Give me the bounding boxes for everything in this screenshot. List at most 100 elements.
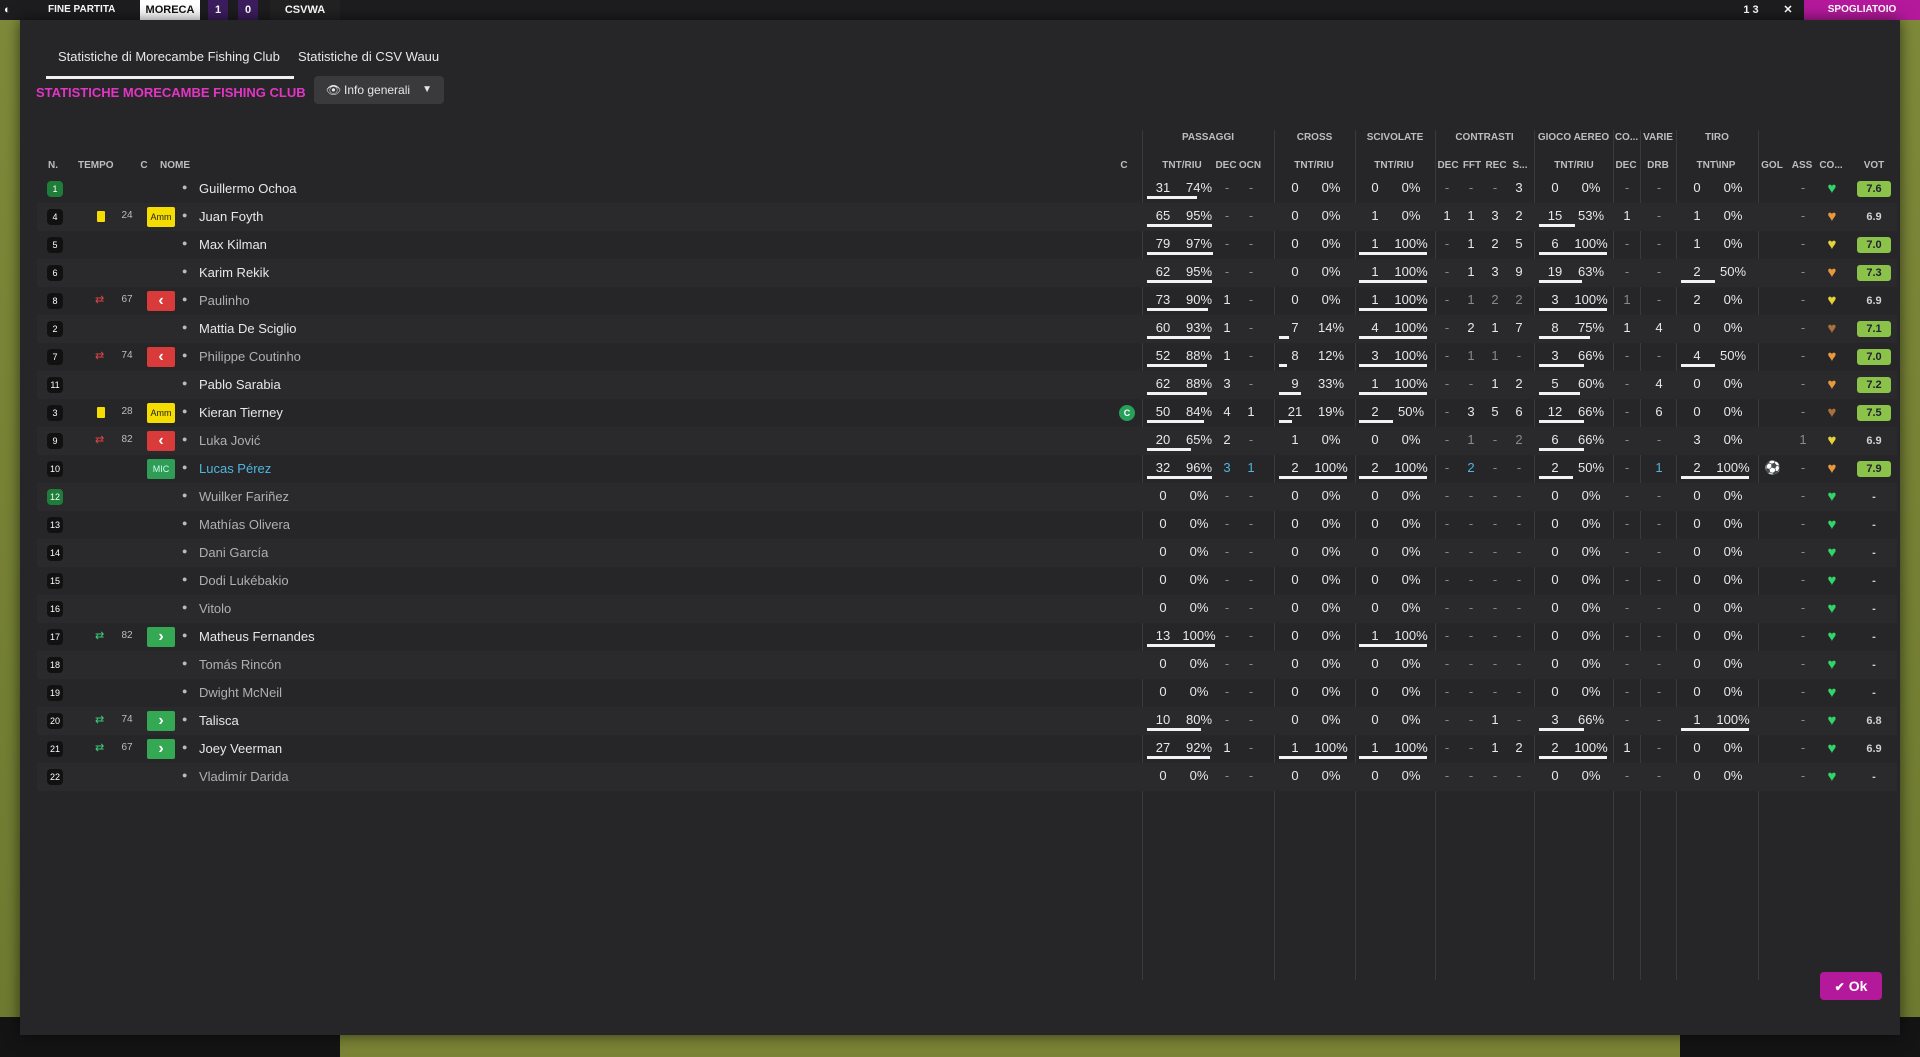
player-name[interactable]: Matheus Fernandes xyxy=(199,629,315,644)
column-header-pass-dec[interactable]: DEC xyxy=(1214,160,1238,171)
column-header-tempo[interactable]: TEMPO xyxy=(78,160,118,171)
column-header-cross-tnt[interactable]: TNT/RIU xyxy=(1276,160,1352,171)
dressing-room-button[interactable]: SPOGLIATOIO xyxy=(1804,0,1920,20)
aerial-attempts: 0 xyxy=(1551,600,1559,615)
player-name[interactable]: Luka Jović xyxy=(199,433,260,448)
player-name[interactable]: Paulinho xyxy=(199,293,250,308)
passes-success-bar xyxy=(1147,252,1213,255)
table-row[interactable]: 16 ● Vitolo 0 0% - -0 0% 0 0% - - - -0 0% - -0 0% - ♥ - xyxy=(37,595,1897,623)
table-row[interactable]: 10 MIC ● Lucas Pérez 32 96% 3 1 2 100% 2 100% -2- -2 5… xyxy=(37,455,1897,483)
aerial-attempts: 0 xyxy=(1551,656,1559,671)
player-name[interactable]: Dani García xyxy=(199,545,268,560)
column-header-co-dec[interactable]: DEC xyxy=(1614,160,1638,171)
player-name[interactable]: Karim Rekik xyxy=(199,265,269,280)
column-header-con-dec[interactable]: DEC xyxy=(1436,160,1460,171)
column-header-sciv-tnt[interactable]: TNT/RIU xyxy=(1356,160,1432,171)
column-header-gol[interactable]: GOL xyxy=(1760,160,1784,171)
recoveries: 2 xyxy=(1491,292,1499,307)
player-name[interactable]: Lucas Pérez xyxy=(199,461,271,476)
table-row[interactable]: 19 ● Dwight McNeil 0 0% - -0 0% 0 0% - - - -0 0% - -0 0% -… xyxy=(37,679,1897,707)
column-header-con-rec[interactable]: REC xyxy=(1484,160,1508,171)
table-row[interactable]: 14 ● Dani García 0 0% - -0 0% 0 0% - - - -0 0% - -0 0% - ♥ - xyxy=(37,539,1897,567)
aerial-success: 50% xyxy=(1577,460,1605,475)
passes-attempts: 0 xyxy=(1159,600,1167,615)
table-row[interactable]: 11 ● Pablo Sarabia 62 88% 3-9 33% 1 100% - -1 2 5 60%… xyxy=(37,371,1897,399)
dribbles: 4 xyxy=(1655,320,1663,335)
interceptions: 2 xyxy=(1515,432,1523,447)
passes-key: - xyxy=(1224,516,1230,531)
ok-button[interactable]: ✔ Ok xyxy=(1820,972,1882,1000)
table-row[interactable]: 7 ⇄ 74 ‹ ● Philippe Coutinho 52 88% 1-8 12% 3 100% -… xyxy=(37,343,1897,371)
player-name[interactable]: Mattia De Sciglio xyxy=(199,321,297,336)
shirt-number: 6 xyxy=(47,265,63,281)
crosses-success: 33% xyxy=(1317,376,1345,391)
column-header-tiro-tnt[interactable]: TNT\INP xyxy=(1678,160,1754,171)
player-name[interactable]: Pablo Sarabia xyxy=(199,377,281,392)
table-row[interactable]: 4 24 Amm ● Juan Foyth 65 95% - -0 0% 1 0% 1 1 3 2 15 53% 1… xyxy=(37,203,1897,231)
table-row[interactable]: 17 ⇄ 82 › ● Matheus Fernandes 13 100% - -0 0% 1 100%… xyxy=(37,623,1897,651)
tab-away-stats[interactable]: Statistiche di CSV Wauu xyxy=(298,42,439,76)
dribbles: - xyxy=(1656,684,1662,699)
group-header-tiro: TIRO xyxy=(1705,132,1729,143)
close-icon[interactable]: ✕ xyxy=(1776,0,1800,20)
recoveries: - xyxy=(1492,432,1498,447)
player-name[interactable]: Juan Foyth xyxy=(199,209,263,224)
table-row[interactable]: 22 ● Vladimír Darida 0 0% - -0 0% 0 0% - - - -0 0% - -0 0… xyxy=(37,763,1897,791)
table-row[interactable]: 6 ● Karim Rekik 62 95% - -0 0% 1 100% -1 3 9 19 63% - -2… xyxy=(37,259,1897,287)
column-header-nome[interactable]: NOME xyxy=(160,160,220,171)
table-row[interactable]: 15 ● Dodi Lukébakio 0 0% - -0 0% 0 0% - - - -0 0% - -0 0%… xyxy=(37,567,1897,595)
match-rating: 7.0 xyxy=(1857,237,1891,253)
player-name[interactable]: Mathías Olivera xyxy=(199,517,290,532)
column-header-aer-tnt[interactable]: TNT/RIU xyxy=(1536,160,1612,171)
group-header-varie: VARIE xyxy=(1643,132,1673,143)
column-header-pass-tnt[interactable]: TNT/RIU xyxy=(1144,160,1220,171)
tab-home-stats[interactable]: Statistiche di Morecambe Fishing Club xyxy=(46,42,294,79)
player-name[interactable]: Tomás Rincón xyxy=(199,657,281,672)
column-header-c2[interactable]: C xyxy=(1116,160,1132,171)
column-header-var-drb[interactable]: DRB xyxy=(1644,160,1672,171)
player-name[interactable]: Dwight McNeil xyxy=(199,685,282,700)
table-row[interactable]: 20 ⇄ 74 › ● Talisca 10 80% - -0 0% 0 0% - -1-3 66% - -1 10… xyxy=(37,707,1897,735)
player-name[interactable]: Dodi Lukébakio xyxy=(199,573,289,588)
shots-attempts: 0 xyxy=(1693,180,1701,195)
shots-attempts: 0 xyxy=(1693,404,1701,419)
table-row[interactable]: 12 ● Wuilker Fariñez 0 0% - -0 0% 0 0% - - - -0 0% - -0 0… xyxy=(37,483,1897,511)
fouls: - xyxy=(1468,376,1474,391)
duels-won: - xyxy=(1444,712,1450,727)
table-row[interactable]: 8 ⇄ 67 ‹ ● Paulinho 73 90% 1-0 0% 1 100% -1 2 2 3 100% 1-… xyxy=(37,287,1897,315)
table-row[interactable]: 1 ● Guillermo Ochoa 31 74% - -0 0% 0 0% - - -3 0 0% - -0… xyxy=(37,175,1897,203)
player-name[interactable]: Philippe Coutinho xyxy=(199,349,301,364)
player-name[interactable]: Joey Veerman xyxy=(199,741,282,756)
column-header-cond[interactable]: CO... xyxy=(1818,160,1844,171)
column-header-c[interactable]: C xyxy=(136,160,152,171)
player-name[interactable]: Vladimír Darida xyxy=(199,769,289,784)
column-header-ass[interactable]: ASS xyxy=(1790,160,1814,171)
player-name[interactable]: Vitolo xyxy=(199,601,231,616)
player-name[interactable]: Max Kilman xyxy=(199,237,267,252)
player-name[interactable]: Wuilker Fariñez xyxy=(199,489,289,504)
column-header-con-fft[interactable]: FFT xyxy=(1460,160,1484,171)
shirt-number: 7 xyxy=(47,349,63,365)
aerial-success: 0% xyxy=(1581,544,1601,559)
column-header-pass-ocn[interactable]: OCN xyxy=(1238,160,1262,171)
aerial-attempts: 0 xyxy=(1551,572,1559,587)
player-name[interactable]: Kieran Tierney xyxy=(199,405,283,420)
column-header-con-s[interactable]: S... xyxy=(1508,160,1532,171)
table-row[interactable]: 5 ● Max Kilman 79 97% - -0 0% 1 100% -1 2 5 6 100% - -1 0… xyxy=(37,231,1897,259)
crosses-success: 0% xyxy=(1321,600,1341,615)
column-header-n[interactable]: N. xyxy=(48,160,72,171)
view-dropdown[interactable]: 👁 Info generali ▼ xyxy=(314,76,444,104)
table-row[interactable]: 21 ⇄ 67 › ● Joey Veerman 27 92% 1-1 100% 1 100% - -1 2… xyxy=(37,735,1897,763)
shirt-number: 21 xyxy=(47,741,63,757)
table-row[interactable]: 13 ● Mathías Olivera 0 0% - -0 0% 0 0% - - - -0 0% - -0 0… xyxy=(37,511,1897,539)
table-row[interactable]: 9 ⇄ 82 ‹ ● Luka Jović 20 65% 2-1 0% 0 0% -1-2 6 66% - -3… xyxy=(37,427,1897,455)
player-name[interactable]: Guillermo Ochoa xyxy=(199,181,297,196)
player-name[interactable]: Talisca xyxy=(199,713,239,728)
column-header-vot[interactable]: VOT xyxy=(1854,160,1894,171)
table-row[interactable]: 3 28 Amm ● Kieran Tierney C 50 84% 4 1 21 19% 2 50% -3… xyxy=(37,399,1897,427)
passes-key: 4 xyxy=(1223,404,1231,419)
table-row[interactable]: 18 ● Tomás Rincón 0 0% - -0 0% 0 0% - - - -0 0% - -0 0% - ♥… xyxy=(37,651,1897,679)
co-key: 1 xyxy=(1623,208,1631,223)
end-match-label: FINE PARTITA xyxy=(48,4,116,15)
table-row[interactable]: 2 ● Mattia De Sciglio 60 93% 1-7 14% 4 100% -2 1 7 8… xyxy=(37,315,1897,343)
